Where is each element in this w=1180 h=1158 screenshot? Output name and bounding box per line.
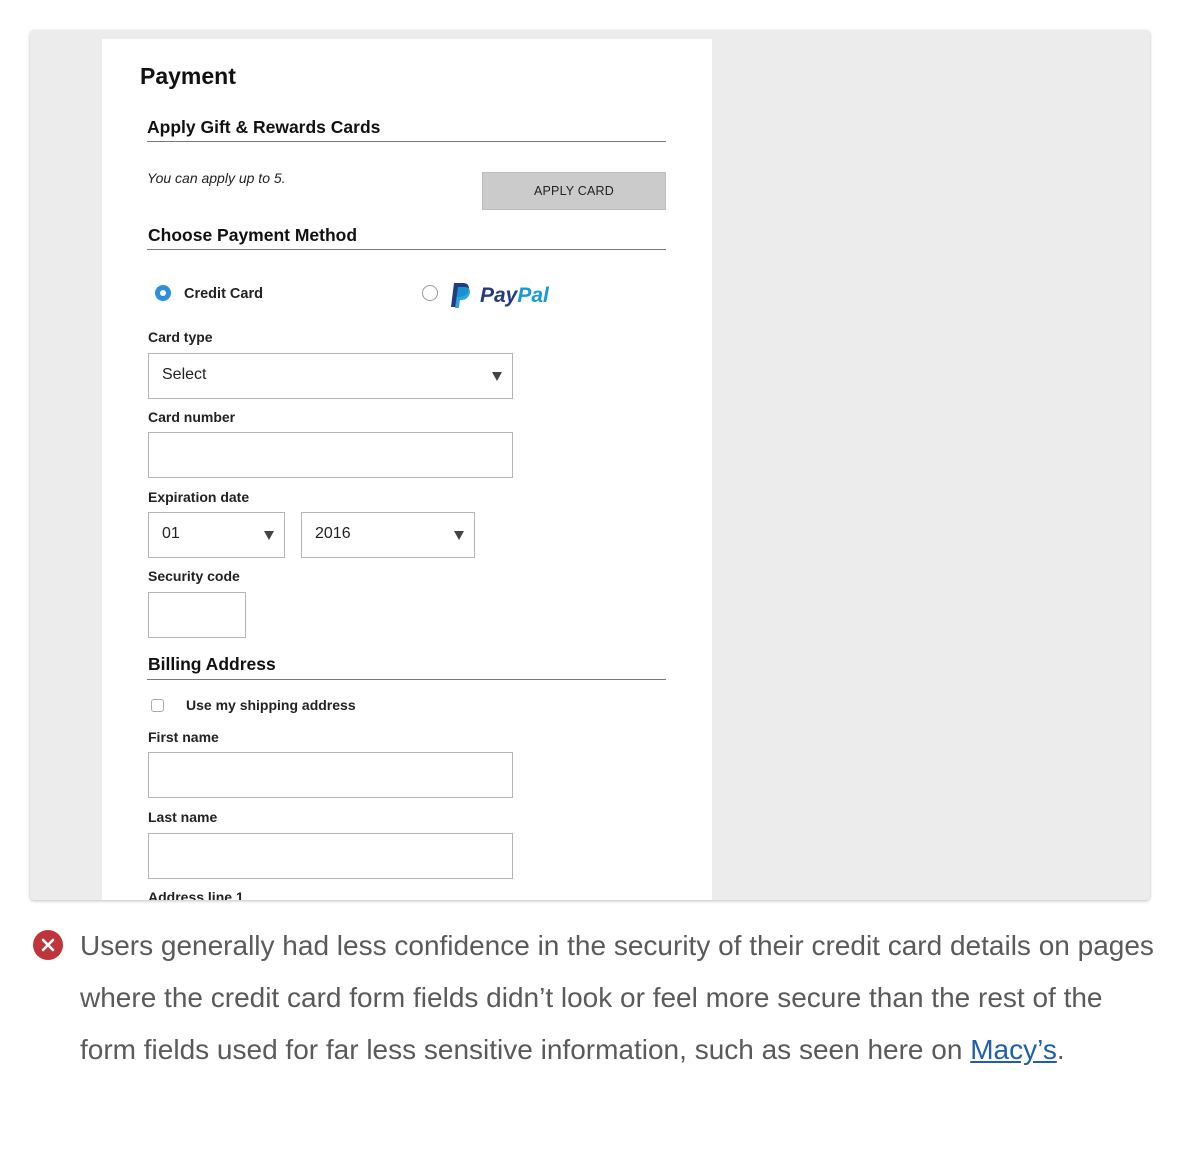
- card-type-value: Select: [162, 366, 207, 383]
- divider: [147, 141, 666, 142]
- use-shipping-address-checkbox[interactable]: [151, 699, 164, 712]
- macys-link[interactable]: Macy’s: [970, 1034, 1057, 1065]
- first-name-label: First name: [148, 729, 219, 745]
- chevron-down-icon: [454, 531, 464, 540]
- expiration-date-label: Expiration date: [148, 489, 250, 505]
- divider: [147, 679, 666, 680]
- paypal-wordmark[interactable]: PayPal: [480, 284, 549, 308]
- paypal-radio[interactable]: [422, 285, 438, 301]
- card-type-label: Card type: [148, 329, 213, 345]
- expiration-year-select[interactable]: 2016: [301, 512, 475, 558]
- paypal-word-pal: Pal: [517, 284, 549, 307]
- chevron-down-icon: [264, 531, 274, 540]
- address-line1-label: Address line 1: [148, 889, 244, 900]
- x-circle-icon: [33, 930, 63, 960]
- use-shipping-address-label[interactable]: Use my shipping address: [186, 697, 356, 713]
- last-name-input[interactable]: [148, 833, 513, 879]
- gift-cards-heading: Apply Gift & Rewards Cards: [147, 117, 381, 137]
- first-name-input[interactable]: [148, 752, 513, 798]
- billing-address-heading: Billing Address: [148, 654, 276, 674]
- paypal-word-pay: Pay: [480, 284, 518, 307]
- expiration-year-value: 2016: [315, 525, 351, 542]
- credit-card-label[interactable]: Credit Card: [184, 286, 263, 302]
- card-number-label: Card number: [148, 409, 236, 425]
- card-number-input[interactable]: [148, 432, 513, 478]
- chevron-down-icon: [492, 372, 502, 381]
- expiration-month-select[interactable]: 01: [148, 512, 285, 558]
- last-name-label: Last name: [148, 809, 218, 825]
- expiration-month-value: 01: [162, 525, 180, 542]
- payment-method-heading: Choose Payment Method: [148, 225, 358, 245]
- gift-cards-note: You can apply up to 5.: [147, 170, 286, 186]
- card-type-select[interactable]: Select: [148, 353, 513, 399]
- payment-form-panel: Payment Apply Gift & Rewards Cards You c…: [102, 39, 712, 900]
- credit-card-radio[interactable]: [155, 285, 171, 301]
- apply-card-button[interactable]: APPLY CARD: [482, 172, 666, 210]
- security-code-label: Security code: [148, 568, 240, 584]
- security-code-input[interactable]: [148, 592, 246, 638]
- screenshot-frame: Payment Apply Gift & Rewards Cards You c…: [30, 30, 1150, 900]
- divider: [147, 249, 666, 250]
- paypal-logo-icon[interactable]: [449, 281, 473, 309]
- caption-text: Users generally had less confidence in t…: [80, 920, 1160, 1076]
- page-title: Payment: [140, 63, 236, 89]
- caption-period: .: [1056, 1034, 1065, 1065]
